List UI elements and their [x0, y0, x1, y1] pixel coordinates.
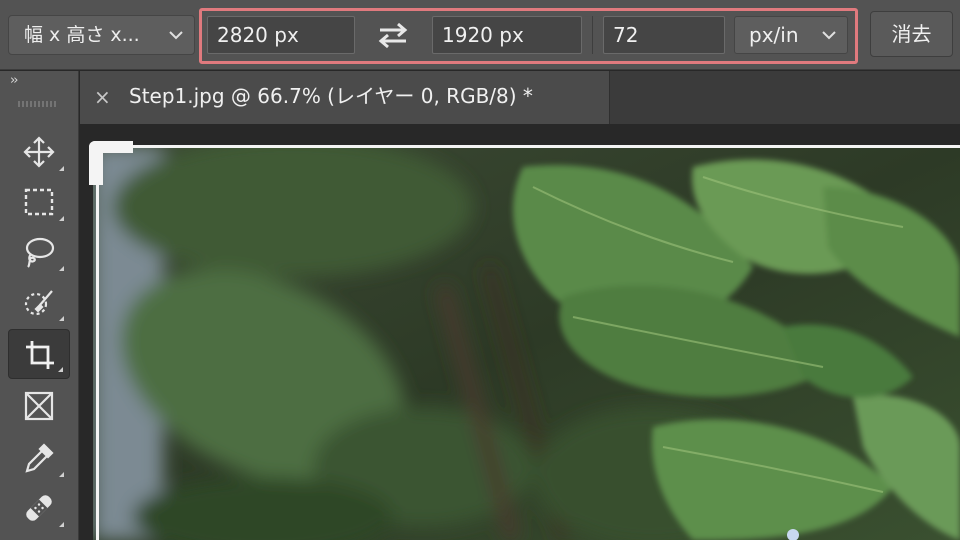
canvas-image[interactable]: [93, 147, 960, 540]
height-value: 1920 px: [442, 23, 524, 47]
panel-grip[interactable]: [18, 101, 58, 107]
submenu-indicator: [59, 522, 64, 527]
crop-handle-top-left-horizontal[interactable]: [89, 141, 133, 153]
close-icon[interactable]: ×: [94, 85, 111, 109]
options-bar: 幅 x 高さ x... 2820 px 1920 px 72 px/in 消去: [0, 0, 960, 70]
resolution-unit-label: px/in: [749, 23, 799, 47]
resolution-value: 72: [613, 23, 639, 47]
chevron-down-icon: [822, 31, 836, 40]
crop-tool[interactable]: [8, 329, 70, 379]
submenu-indicator: [59, 316, 64, 321]
submenu-indicator: [59, 266, 64, 271]
submenu-indicator: [59, 216, 64, 221]
resolution-unit-select[interactable]: px/in: [734, 16, 848, 54]
submenu-indicator: [58, 367, 63, 372]
height-field[interactable]: 1920 px: [432, 16, 582, 54]
submenu-indicator: [59, 472, 64, 477]
collapse-panel-icon[interactable]: ››: [10, 73, 19, 88]
document-tab-bar: × Step1.jpg @ 66.7% (レイヤー 0, RGB/8) *: [80, 71, 960, 124]
quick-selection-tool[interactable]: [8, 277, 70, 327]
marquee-icon: [24, 188, 54, 216]
chevron-down-icon: [169, 31, 183, 40]
crop-ratio-select[interactable]: 幅 x 高さ x...: [8, 15, 195, 55]
eyedropper-icon: [25, 443, 54, 473]
healing-brush-tool[interactable]: [8, 483, 70, 533]
bandage-icon: [26, 495, 52, 521]
move-icon: [23, 136, 55, 168]
lasso-tool[interactable]: [8, 227, 70, 277]
crop-border-top[interactable]: [96, 145, 960, 148]
clear-button-label: 消去: [891, 22, 932, 46]
tools-panel: ››: [0, 71, 79, 540]
frame-tool[interactable]: [8, 381, 70, 431]
move-tool[interactable]: [8, 127, 70, 177]
crop-border-left[interactable]: [96, 145, 99, 540]
swap-dimensions-icon[interactable]: [376, 20, 410, 50]
quick-selection-icon: [24, 290, 53, 316]
submenu-indicator: [59, 166, 64, 171]
width-value: 2820 px: [217, 23, 299, 47]
crop-icon: [26, 341, 54, 369]
document-tab-title: Step1.jpg @ 66.7% (レイヤー 0, RGB/8) *: [129, 84, 533, 108]
leaves-photo: [93, 147, 960, 540]
lasso-icon: [25, 237, 55, 268]
clear-button[interactable]: 消去: [870, 11, 953, 57]
eyedropper-tool[interactable]: [8, 433, 70, 483]
document-tab[interactable]: × Step1.jpg @ 66.7% (レイヤー 0, RGB/8) *: [80, 71, 610, 124]
frame-icon: [24, 391, 54, 421]
resolution-field[interactable]: 72: [603, 16, 725, 54]
crop-ratio-label: 幅 x 高さ x...: [24, 24, 140, 46]
rectangular-marquee-tool[interactable]: [8, 177, 70, 227]
divider: [592, 16, 593, 54]
width-field[interactable]: 2820 px: [207, 16, 355, 54]
